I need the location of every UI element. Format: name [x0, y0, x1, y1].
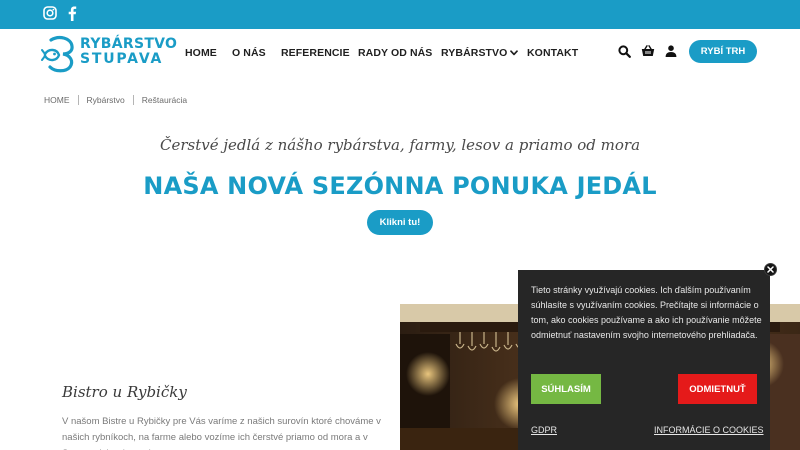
hero-tagline: Čerstvé jedlá z nášho rybárstva, farmy, …: [159, 136, 641, 154]
nav-item-fishery[interactable]: RYBÁRSTVO: [441, 47, 519, 59]
reject-cookies-button[interactable]: ODMIETNUŤ: [678, 374, 757, 404]
facebook-icon[interactable]: [64, 5, 80, 21]
chevron-down-icon: [510, 47, 519, 59]
nav-item-fishery-label: RYBÁRSTVO: [441, 47, 508, 59]
hero-title: NAŠA NOVÁ SEZÓNNA PONUKA JEDÁL: [143, 172, 657, 200]
basket-icon[interactable]: [640, 43, 656, 59]
nav-item-home[interactable]: HOME: [185, 47, 217, 59]
gdpr-link[interactable]: GDPR: [531, 425, 557, 435]
breadcrumb-separator: [77, 95, 79, 105]
user-icon[interactable]: [663, 43, 679, 59]
nav-item-about[interactable]: O NÁS: [232, 47, 266, 59]
logo-line-1: RYBÁRSTVO: [80, 36, 178, 52]
logo-fish-icon[interactable]: [41, 34, 79, 74]
nav-item-advice[interactable]: RADY OD NÁS: [358, 47, 432, 59]
breadcrumb-fishery[interactable]: Rybárstvo: [87, 95, 125, 105]
nav-item-references[interactable]: REFERENCIE: [281, 47, 350, 59]
cookie-info-link[interactable]: INFORMÁCIE O COOKIES: [654, 425, 764, 435]
click-here-button[interactable]: Klikni tu!: [367, 210, 433, 235]
fish-market-button[interactable]: RYBÍ TRH: [689, 40, 757, 63]
logo-text[interactable]: RYBÁRSTVO STUPAVA: [80, 37, 177, 67]
nav-item-contact[interactable]: KONTAKT: [527, 47, 578, 59]
search-icon[interactable]: [616, 43, 632, 59]
logo-line-2: STUPAVA: [80, 51, 164, 67]
breadcrumb-home[interactable]: HOME: [44, 95, 70, 105]
breadcrumb-separator: [132, 95, 134, 105]
breadcrumb: HOME Rybárstvo Reštaurácia: [44, 95, 187, 105]
instagram-icon[interactable]: [42, 5, 58, 21]
bistro-title: Bistro u Rybičky: [62, 383, 187, 401]
bistro-description: V našom Bistre u Rybičky pre Vás varíme …: [62, 416, 381, 450]
accept-cookies-button[interactable]: SÚHLASÍM: [531, 374, 601, 404]
close-icon[interactable]: [764, 263, 777, 276]
cookie-message: Tieto stránky využívajú cookies. Ich ďal…: [531, 285, 762, 340]
top-bar: [0, 0, 800, 29]
breadcrumb-current: Reštaurácia: [141, 95, 188, 105]
